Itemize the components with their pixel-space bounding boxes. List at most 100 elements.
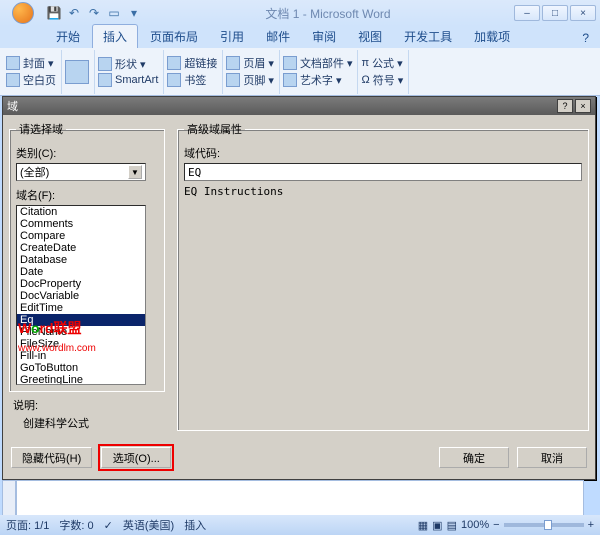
status-bar: 页面: 1/1 字数: 0 ✓ 英语(美国) 插入 ▦ ▣ ▤ 100% − +: [0, 515, 600, 535]
blank-page-button[interactable]: 空白页: [6, 72, 56, 88]
field-item[interactable]: FileSize: [17, 338, 145, 350]
status-page[interactable]: 页面: 1/1: [6, 517, 49, 533]
field-dialog: 域 ? × 请选择域 类别(C): (全部) ▼ 域名(F): Citation…: [2, 96, 596, 480]
status-mode[interactable]: 插入: [184, 517, 206, 533]
maximize-button[interactable]: □: [542, 5, 568, 21]
symbol-button[interactable]: Ω 符号 ▾: [361, 72, 403, 88]
advanced-legend: 高级域属性: [184, 121, 245, 137]
ribbon: 封面 ▾ 空白页 形状 ▾ SmartArt 超链接 书签 页眉 ▾ 页脚 ▾ …: [0, 48, 600, 96]
status-words[interactable]: 字数: 0: [59, 517, 93, 533]
cancel-button[interactable]: 取消: [517, 447, 587, 468]
view-print-icon[interactable]: ▦: [418, 519, 428, 532]
ribbon-group-illustrations: 形状 ▾ SmartArt: [98, 50, 164, 94]
field-item[interactable]: Fill-in: [17, 350, 145, 362]
zoom-controls: ▦ ▣ ▤ 100% − +: [418, 519, 594, 532]
highlight-box: 选项(O)...: [98, 444, 174, 471]
description-text: 创建科学公式: [23, 415, 89, 431]
field-item[interactable]: Comments: [17, 218, 145, 230]
description-area: 说明: 创建科学公式: [13, 397, 89, 431]
cover-page-button[interactable]: 封面 ▾: [6, 55, 56, 71]
view-web-icon[interactable]: ▤: [447, 519, 457, 532]
quickparts-button[interactable]: 文档部件 ▾: [283, 55, 353, 71]
instructions-text: EQ Instructions: [184, 185, 582, 198]
save-icon[interactable]: 💾: [46, 5, 62, 21]
field-item[interactable]: GoToButton: [17, 362, 145, 374]
category-combo[interactable]: (全部) ▼: [16, 163, 146, 181]
blank-icon: [6, 73, 20, 87]
category-value: (全部): [20, 164, 49, 180]
field-item[interactable]: CreateDate: [17, 242, 145, 254]
field-item[interactable]: DocProperty: [17, 278, 145, 290]
ribbon-group-header: 页眉 ▾ 页脚 ▾: [226, 50, 280, 94]
print-icon[interactable]: ▭: [106, 5, 122, 21]
parts-icon: [283, 56, 297, 70]
view-read-icon[interactable]: ▣: [432, 519, 442, 532]
hyperlink-button[interactable]: 超链接: [167, 55, 217, 71]
field-item[interactable]: FileName: [17, 326, 145, 338]
header-button[interactable]: 页眉 ▾: [226, 55, 274, 71]
title-bar: 💾 ↶ ↷ ▭ ▾ 文档 1 - Microsoft Word – □ ×: [0, 0, 600, 26]
smartart-button[interactable]: SmartArt: [98, 73, 158, 87]
redo-icon[interactable]: ↷: [86, 5, 102, 21]
status-spellcheck-icon[interactable]: ✓: [104, 519, 113, 532]
tab-layout[interactable]: 页面布局: [140, 25, 208, 48]
minimize-button[interactable]: –: [514, 5, 540, 21]
chevron-down-icon: ▼: [128, 165, 142, 179]
field-item[interactable]: Database: [17, 254, 145, 266]
fieldcode-input[interactable]: [184, 163, 582, 181]
advanced-props-group: 高级域属性 域代码: EQ Instructions: [177, 121, 589, 431]
help-icon[interactable]: ?: [579, 28, 592, 48]
field-item[interactable]: Citation: [17, 206, 145, 218]
tab-review[interactable]: 审阅: [302, 25, 346, 48]
tab-view[interactable]: 视图: [348, 25, 392, 48]
field-item[interactable]: DocVariable: [17, 290, 145, 302]
header-icon: [226, 56, 240, 70]
office-button[interactable]: [4, 0, 42, 26]
table-icon: [65, 60, 89, 84]
tab-insert[interactable]: 插入: [92, 24, 138, 48]
ribbon-group-table: [65, 50, 95, 94]
hide-code-button[interactable]: 隐藏代码(H): [11, 447, 92, 468]
field-item[interactable]: Compare: [17, 230, 145, 242]
description-label: 说明:: [13, 397, 89, 413]
select-field-legend: 请选择域: [16, 121, 66, 137]
table-button[interactable]: [65, 60, 89, 84]
quick-access-toolbar: 💾 ↶ ↷ ▭ ▾: [46, 5, 142, 21]
zoom-thumb[interactable]: [544, 520, 552, 530]
tab-devtools[interactable]: 开发工具: [394, 25, 462, 48]
zoom-out-button[interactable]: −: [493, 519, 499, 531]
zoom-in-button[interactable]: +: [588, 519, 594, 531]
tab-home[interactable]: 开始: [46, 25, 90, 48]
tab-references[interactable]: 引用: [210, 25, 254, 48]
dialog-close-button[interactable]: ×: [575, 99, 591, 113]
document-area[interactable]: [16, 480, 584, 518]
wordart-icon: [283, 73, 297, 87]
tab-mail[interactable]: 邮件: [256, 25, 300, 48]
field-item[interactable]: GreetingLine: [17, 374, 145, 385]
zoom-value[interactable]: 100%: [461, 519, 489, 531]
options-button[interactable]: 选项(O)...: [101, 447, 171, 468]
qat-more-icon[interactable]: ▾: [126, 5, 142, 21]
tab-addins[interactable]: 加载项: [464, 25, 520, 48]
window-controls: – □ ×: [514, 5, 596, 21]
fieldname-listbox[interactable]: CitationCommentsCompareCreateDateDatabas…: [16, 205, 146, 385]
ribbon-group-text: 文档部件 ▾ 艺术字 ▾: [283, 50, 359, 94]
field-item[interactable]: Eq: [17, 314, 145, 326]
ok-button[interactable]: 确定: [439, 447, 509, 468]
field-item[interactable]: EditTime: [17, 302, 145, 314]
status-lang[interactable]: 英语(美国): [123, 517, 174, 533]
equation-button[interactable]: π 公式 ▾: [361, 55, 403, 71]
undo-icon[interactable]: ↶: [66, 5, 82, 21]
field-item[interactable]: Date: [17, 266, 145, 278]
wordart-button[interactable]: 艺术字 ▾: [283, 72, 353, 88]
close-button[interactable]: ×: [570, 5, 596, 21]
office-logo-icon: [12, 2, 34, 24]
zoom-slider[interactable]: [504, 523, 584, 527]
footer-button[interactable]: 页脚 ▾: [226, 72, 274, 88]
bookmark-button[interactable]: 书签: [167, 72, 217, 88]
ribbon-group-links: 超链接 书签: [167, 50, 223, 94]
fieldname-label: 域名(F):: [16, 187, 158, 203]
dialog-help-button[interactable]: ?: [557, 99, 573, 113]
shapes-button[interactable]: 形状 ▾: [98, 56, 158, 72]
ribbon-group-symbols: π 公式 ▾ Ω 符号 ▾: [361, 50, 409, 94]
